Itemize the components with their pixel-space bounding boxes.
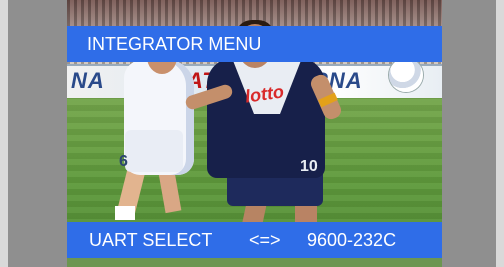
ad-text: NA xyxy=(71,68,105,93)
jersey-number: 6 xyxy=(119,153,128,170)
right-border xyxy=(496,0,504,267)
setting-label: UART SELECT xyxy=(89,229,213,250)
osd-title-bar: INTEGRATOR MENU xyxy=(67,26,442,62)
left-border xyxy=(0,0,8,267)
jersey-number: 10 xyxy=(300,158,318,175)
osd-screen: NA ATOTA RNA 6 lotto 10 INTEGRATOR MENU … xyxy=(0,0,504,267)
menu-title: INTEGRATOR MENU xyxy=(87,33,262,54)
video-bottom-strip xyxy=(67,258,442,267)
value-toggle-arrows[interactable]: <=> xyxy=(249,230,307,251)
football-ball xyxy=(389,58,423,92)
setting-value[interactable]: 9600-232C xyxy=(307,230,396,251)
player-sock xyxy=(115,206,135,220)
osd-setting-row[interactable]: UART SELECT <=> 9600-232C xyxy=(67,222,442,258)
player-white-shorts xyxy=(125,130,183,172)
